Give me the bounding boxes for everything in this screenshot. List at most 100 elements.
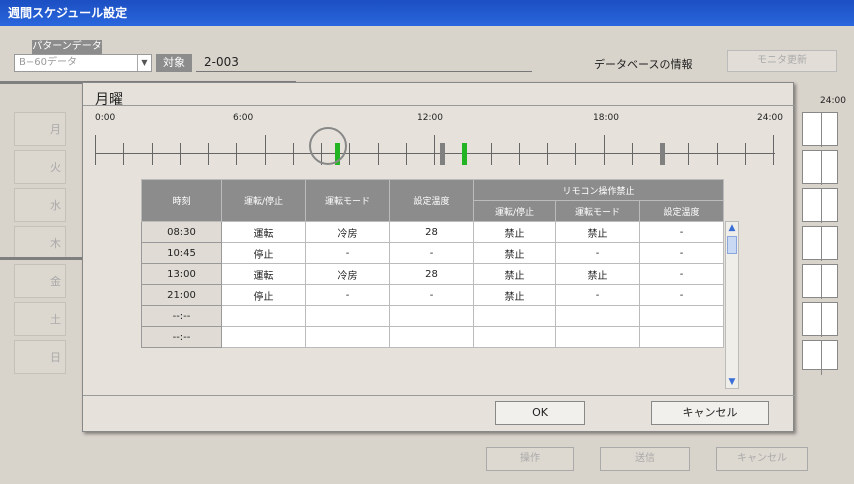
cell[interactable]: 禁止	[473, 242, 556, 264]
time-cell[interactable]: 13:00	[141, 263, 222, 285]
cancel-button[interactable]: キャンセル	[651, 401, 769, 425]
right-cell	[802, 226, 838, 261]
send-button[interactable]: 送信	[600, 447, 690, 471]
cell[interactable]	[555, 305, 640, 327]
arrow-down-icon[interactable]: ▼	[726, 376, 738, 388]
panel-title: 月曜	[95, 92, 123, 108]
cell[interactable]: 禁止	[473, 284, 556, 306]
schedule-table: 時刻 運転/停止 運転モード 設定温度 リモコン操作禁止 運転/停止 運転モード…	[141, 179, 724, 348]
cell[interactable]: 冷房	[305, 263, 390, 285]
cell[interactable]: -	[639, 221, 724, 243]
target-label: 対象	[156, 54, 192, 72]
table-row[interactable]: 21:00 停止 - - 禁止 - -	[141, 284, 724, 306]
right-tick	[821, 303, 822, 337]
cell[interactable]: 冷房	[305, 221, 390, 243]
cell[interactable]: -	[389, 284, 474, 306]
right-cell	[802, 112, 838, 147]
right-cell	[802, 340, 838, 375]
cell[interactable]: -	[305, 284, 390, 306]
time-cell[interactable]: 10:45	[141, 242, 222, 264]
cell[interactable]: 28	[389, 221, 474, 243]
weekday-wed[interactable]: 水	[14, 188, 66, 222]
schedule-marker-off[interactable]	[440, 143, 445, 165]
table-row[interactable]: --:--	[141, 326, 724, 348]
timeline-tick	[377, 143, 379, 165]
weekday-fri[interactable]: 金	[14, 264, 66, 298]
right-cell	[802, 188, 838, 223]
operate-button[interactable]: 操作	[486, 447, 574, 471]
day-schedule-panel: 月曜 0:00 6:00 12:00 18:00 24:00 時刻 運転/停止 …	[82, 82, 795, 432]
cell[interactable]: 運転	[221, 221, 306, 243]
col-remote-temp: 設定温度	[639, 200, 724, 222]
timeline-tick	[208, 143, 209, 165]
scroll-thumb[interactable]	[727, 236, 737, 254]
col-remote-mode: 運転モード	[555, 200, 640, 222]
cell[interactable]	[639, 326, 724, 348]
cell[interactable]: -	[305, 242, 390, 264]
cell[interactable]	[389, 305, 474, 327]
cell[interactable]: 運転	[221, 263, 306, 285]
table-row[interactable]: 10:45 停止 - - 禁止 - -	[141, 242, 724, 264]
cell[interactable]: 停止	[221, 242, 306, 264]
window-title: 週間スケジュール設定	[0, 0, 854, 26]
weekday-thu[interactable]: 木	[14, 226, 66, 260]
time-cell[interactable]: 21:00	[141, 284, 222, 306]
schedule-window: 週間スケジュール設定 パターンデータ B−60データ ▼ 対象 2-003 デー…	[0, 0, 854, 484]
cell[interactable]	[221, 326, 306, 348]
timeline-tick	[123, 143, 125, 165]
timeline-tick	[575, 143, 577, 165]
weekday-sat[interactable]: 土	[14, 302, 66, 336]
timeline-tick	[744, 143, 746, 165]
cell[interactable]: 禁止	[473, 263, 556, 285]
cell[interactable]	[305, 326, 390, 348]
pattern-label: パターンデータ	[32, 40, 102, 54]
cell[interactable]: -	[639, 242, 724, 264]
timeline-tick	[490, 143, 492, 165]
pattern-select[interactable]: B−60データ ▼	[14, 54, 152, 72]
cell[interactable]: -	[555, 242, 640, 264]
cell[interactable]: 禁止	[473, 221, 556, 243]
cell[interactable]: 28	[389, 263, 474, 285]
time-cell[interactable]: 08:30	[141, 221, 222, 243]
schedule-marker-off[interactable]	[660, 143, 665, 165]
cell[interactable]: -	[389, 242, 474, 264]
arrow-up-icon[interactable]: ▲	[726, 222, 738, 234]
cell[interactable]	[389, 326, 474, 348]
bottom-cancel-button[interactable]: キャンセル	[716, 447, 808, 471]
cell[interactable]	[473, 305, 556, 327]
right-tick	[821, 189, 822, 223]
right-tick	[821, 151, 822, 185]
cell[interactable]: -	[555, 284, 640, 306]
cell[interactable]: 停止	[221, 284, 306, 306]
col-remote-group: リモコン操作禁止	[473, 179, 724, 201]
timeline-label: 18:00	[593, 113, 619, 123]
table-row[interactable]: 13:00 運転 冷房 28 禁止 禁止 -	[141, 263, 724, 285]
weekday-mon[interactable]: 月	[14, 112, 66, 146]
weekday-sun[interactable]: 日	[14, 340, 66, 374]
cell[interactable]	[639, 305, 724, 327]
schedule-marker-on[interactable]	[462, 143, 467, 165]
timeline-label: 6:00	[233, 113, 254, 123]
cell[interactable]	[221, 305, 306, 327]
cell[interactable]	[555, 326, 640, 348]
cell[interactable]: -	[639, 284, 724, 306]
col-remote-run-stop: 運転/停止	[473, 200, 556, 222]
time-cell[interactable]: --:--	[141, 305, 222, 327]
cell[interactable]	[305, 305, 390, 327]
table-row[interactable]: --:--	[141, 305, 724, 327]
cell[interactable]: 禁止	[555, 263, 640, 285]
weekday-tue[interactable]: 火	[14, 150, 66, 184]
chevron-down-icon[interactable]: ▼	[137, 55, 151, 71]
right-tick	[821, 265, 822, 299]
monitor-update-button[interactable]: モニタ更新	[727, 50, 837, 72]
cell[interactable]: 禁止	[555, 221, 640, 243]
timeline-tick	[773, 135, 774, 165]
table-row[interactable]: 08:30 運転 冷房 28 禁止 禁止 -	[141, 221, 724, 243]
cell[interactable]: -	[639, 263, 724, 285]
ok-button[interactable]: OK	[495, 401, 585, 425]
right-cell	[802, 264, 838, 299]
cell[interactable]	[473, 326, 556, 348]
right-tick	[821, 113, 822, 147]
time-cell[interactable]: --:--	[141, 326, 222, 348]
table-scrollbar[interactable]: ▲ ▼	[725, 221, 739, 389]
